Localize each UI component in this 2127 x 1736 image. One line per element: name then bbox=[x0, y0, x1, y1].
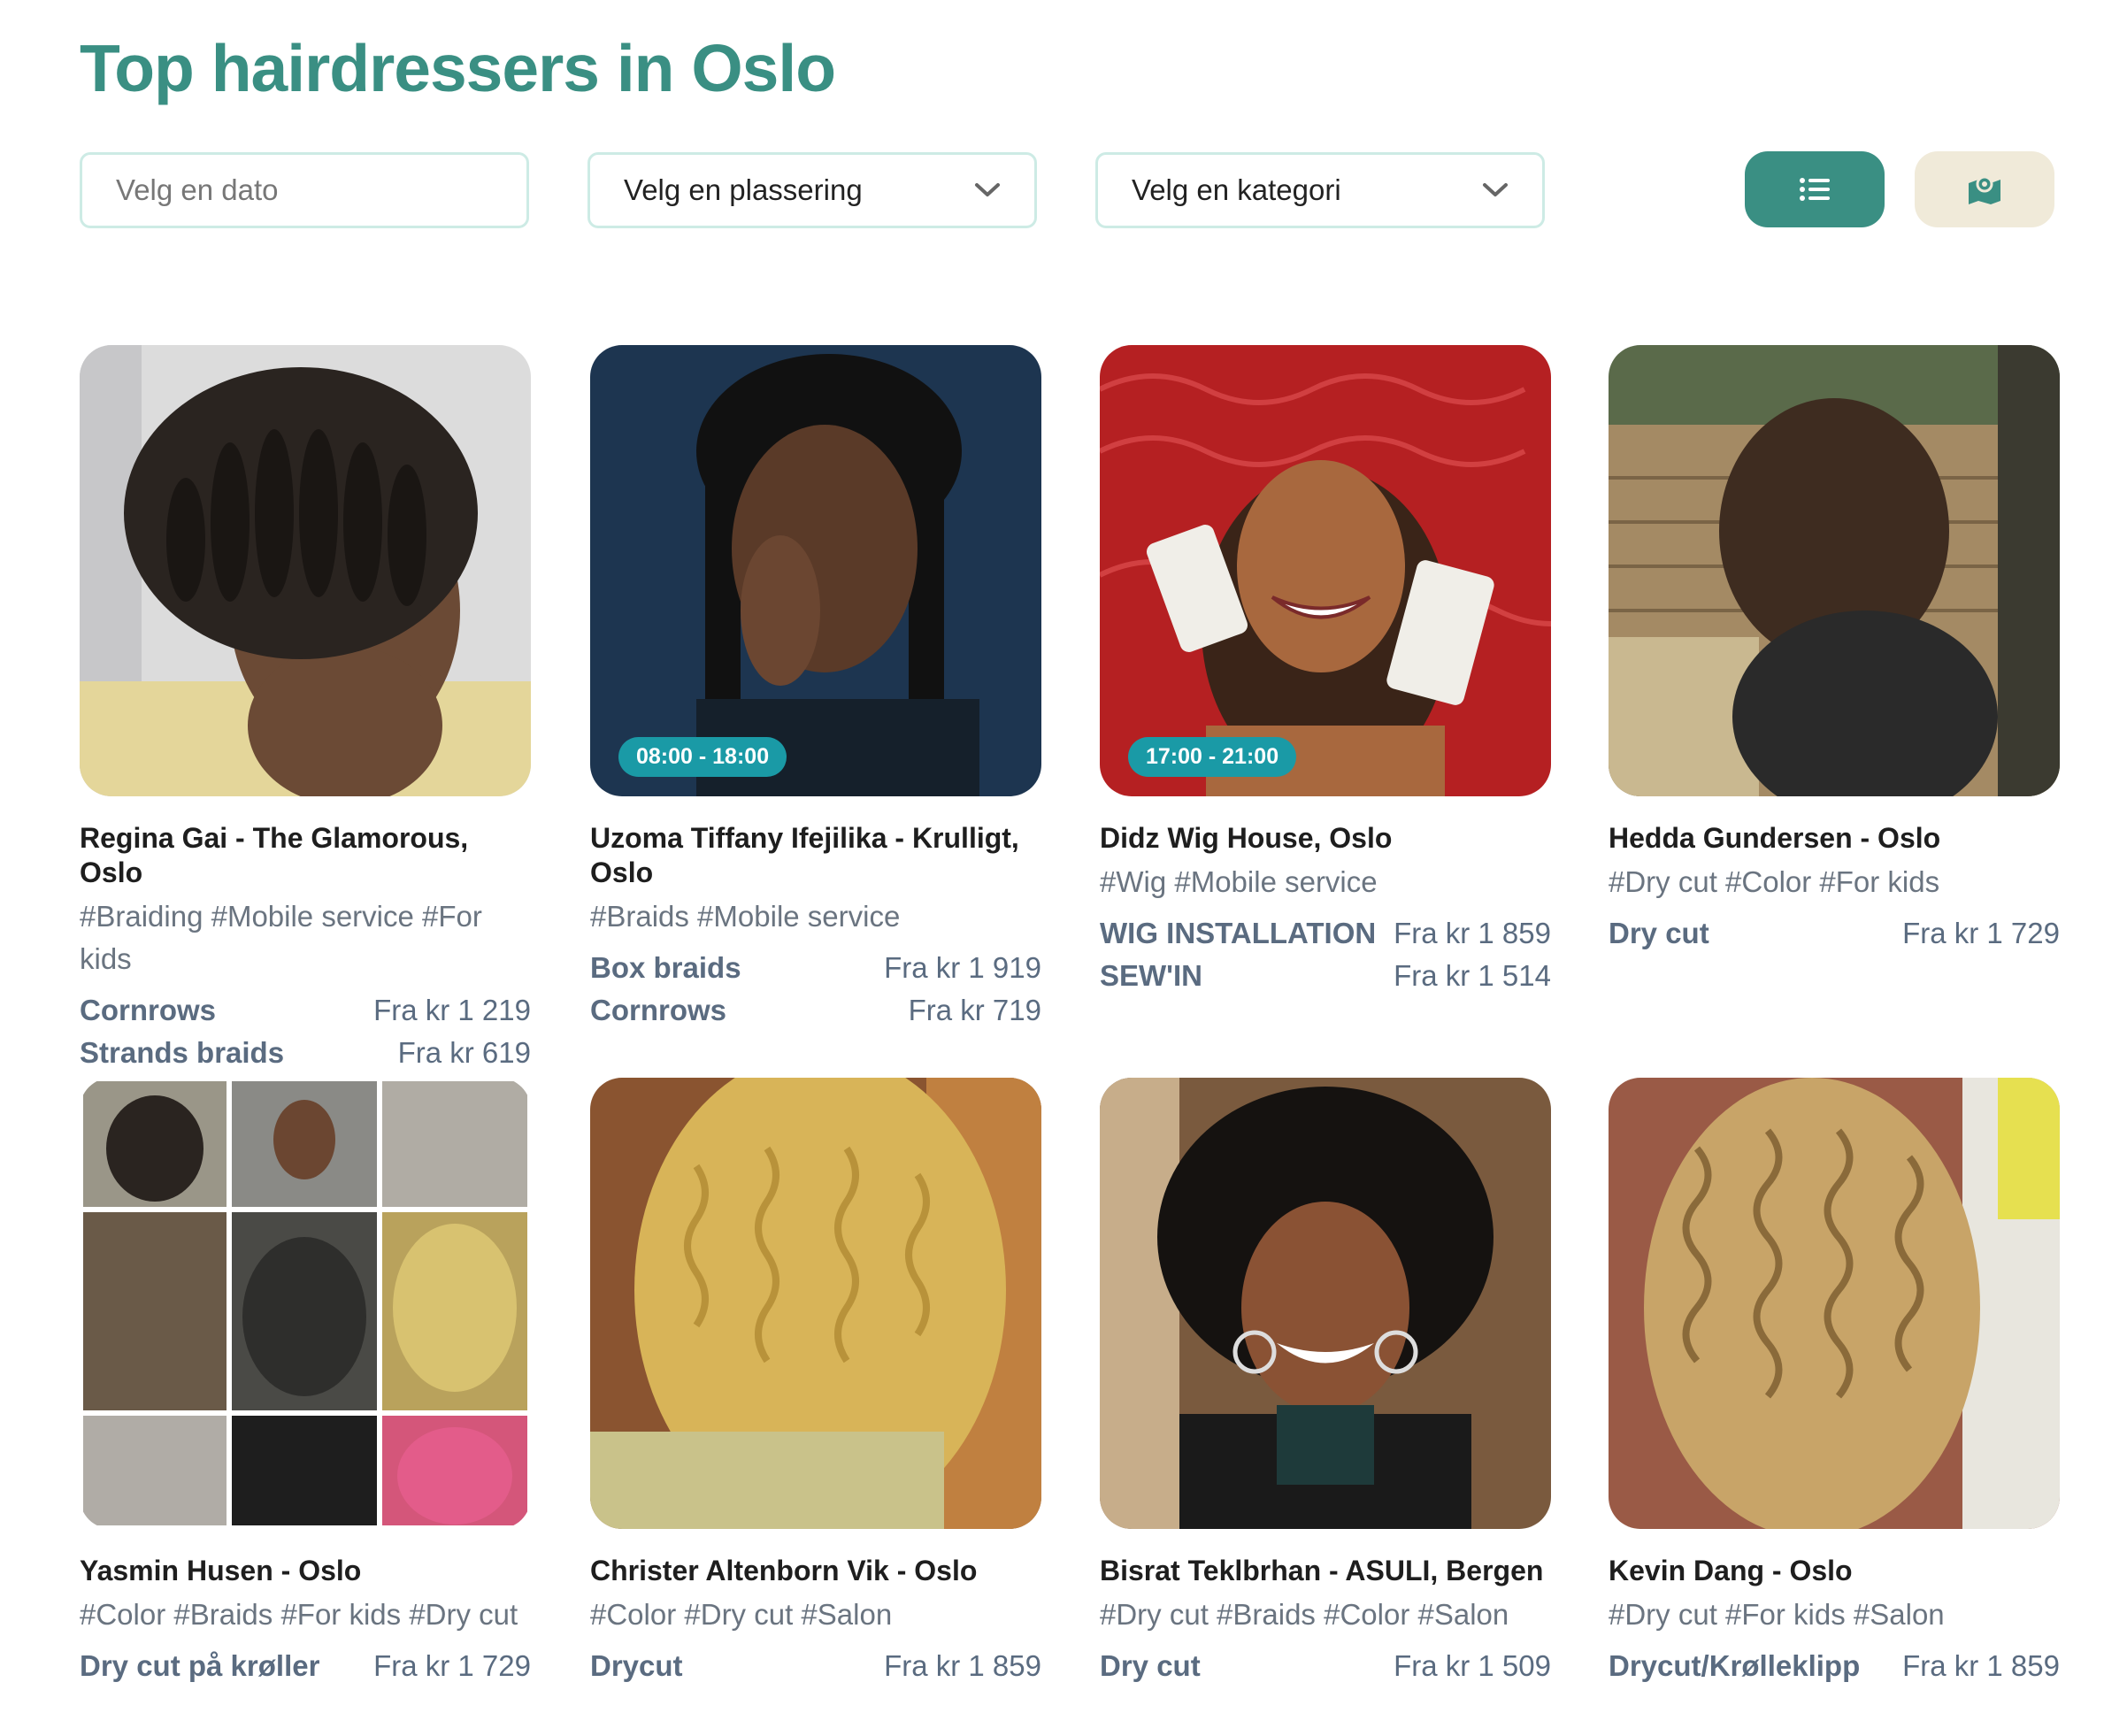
chevron-down-icon bbox=[1483, 183, 1508, 196]
service-row[interactable]: Drycut/Krølleklipp Fra kr 1 859 bbox=[1609, 1645, 2060, 1687]
service-name: Dry cut bbox=[1609, 917, 1709, 949]
service-price: Fra kr 1 859 bbox=[1902, 1649, 2060, 1682]
map-icon bbox=[1969, 175, 2000, 204]
service-price: Fra kr 619 bbox=[397, 1036, 531, 1069]
service-name: Dry cut på krøller bbox=[80, 1649, 320, 1682]
service-row[interactable]: Dry cut Fra kr 1 729 bbox=[1609, 912, 2060, 955]
service-price: Fra kr 1 729 bbox=[1902, 917, 2060, 949]
service-row[interactable]: Cornrows Fra kr 719 bbox=[590, 989, 1041, 1032]
service-row[interactable]: Drycut Fra kr 1 859 bbox=[590, 1645, 1041, 1687]
hairdresser-tags: #Dry cut #Braids #Color #Salon bbox=[1100, 1598, 1509, 1631]
service-name: SEW'IN bbox=[1100, 959, 1203, 992]
service-name: Cornrows bbox=[80, 994, 217, 1026]
service-price: Fra kr 1 859 bbox=[1394, 917, 1551, 949]
date-placeholder: Velg en dato bbox=[116, 173, 279, 206]
service-price: Fra kr 719 bbox=[908, 994, 1041, 1026]
hairdresser-tags: #Color #Braids #For kids #Dry cut bbox=[80, 1598, 518, 1631]
hairdresser-name[interactable]: Uzoma Tiffany Ifejilika - Krulligt, Oslo bbox=[590, 821, 1041, 890]
service-price: Fra kr 1 514 bbox=[1394, 959, 1551, 992]
chevron-down-icon bbox=[975, 183, 1000, 196]
service-row[interactable]: Box braids Fra kr 1 919 bbox=[590, 947, 1041, 989]
service-price: Fra kr 1 729 bbox=[373, 1649, 531, 1682]
hairdresser-name[interactable]: Yasmin Husen - Oslo bbox=[80, 1554, 531, 1588]
hairdresser-tags: #Braids #Mobile service bbox=[590, 900, 901, 933]
hairdresser-card[interactable]: 08:00 - 18:00 Uzoma Tiffany Ifejilika - … bbox=[590, 345, 1041, 1032]
hairdresser-name[interactable]: Hedda Gundersen - Oslo bbox=[1609, 821, 2060, 856]
service-name: Cornrows bbox=[590, 994, 727, 1026]
hairdresser-card[interactable]: Kevin Dang - Oslo #Dry cut #For kids #Sa… bbox=[1609, 1078, 2060, 1687]
hairdresser-photo[interactable] bbox=[1100, 1078, 1551, 1529]
hairdresser-photo[interactable]: 08:00 - 18:00 bbox=[590, 345, 1041, 796]
service-name: WIG INSTALLATION bbox=[1100, 917, 1377, 949]
service-price: Fra kr 1 509 bbox=[1394, 1649, 1551, 1682]
hairdresser-name[interactable]: Kevin Dang - Oslo bbox=[1609, 1554, 2060, 1588]
hairdresser-photo[interactable] bbox=[590, 1078, 1041, 1529]
hairdresser-card[interactable]: Yasmin Husen - Oslo #Color #Braids #For … bbox=[80, 1078, 531, 1687]
category-select[interactable]: Velg en kategori bbox=[1095, 152, 1545, 228]
hairdresser-photo[interactable] bbox=[1609, 1078, 2060, 1529]
page-title: Top hairdressers in Oslo bbox=[80, 31, 836, 105]
hairdresser-tags: #Dry cut #Color #For kids bbox=[1609, 865, 1940, 898]
list-icon bbox=[1800, 178, 1830, 201]
service-list: Cornrows Fra kr 1 219 Strands braids Fra… bbox=[80, 989, 531, 1074]
hairdresser-tags: #Color #Dry cut #Salon bbox=[590, 1598, 893, 1631]
hairdresser-tags: #Wig #Mobile service bbox=[1100, 865, 1378, 898]
service-list: Dry cut Fra kr 1 509 bbox=[1100, 1645, 1551, 1687]
location-select-label: Velg en plassering bbox=[624, 173, 863, 206]
date-picker-input[interactable]: Velg en dato bbox=[80, 152, 529, 228]
hairdresser-name[interactable]: Regina Gai - The Glamorous, Oslo bbox=[80, 821, 531, 890]
hairdresser-photo[interactable] bbox=[1609, 345, 2060, 796]
service-name: Box braids bbox=[590, 951, 741, 984]
hairdresser-card[interactable]: Christer Altenborn Vik - Oslo #Color #Dr… bbox=[590, 1078, 1041, 1687]
hairdresser-photo[interactable] bbox=[80, 1078, 531, 1529]
service-row[interactable]: Strands braids Fra kr 619 bbox=[80, 1032, 531, 1074]
hairdresser-name[interactable]: Christer Altenborn Vik - Oslo bbox=[590, 1554, 1041, 1588]
hairdresser-photo[interactable] bbox=[80, 345, 531, 796]
service-list: Box braids Fra kr 1 919 Cornrows Fra kr … bbox=[590, 947, 1041, 1032]
location-select[interactable]: Velg en plassering bbox=[587, 152, 1037, 228]
hairdresser-photo[interactable]: 17:00 - 21:00 bbox=[1100, 345, 1551, 796]
service-price: Fra kr 1 859 bbox=[884, 1649, 1041, 1682]
service-list: Drycut Fra kr 1 859 bbox=[590, 1645, 1041, 1687]
opening-hours-badge: 08:00 - 18:00 bbox=[618, 737, 787, 777]
service-list: Dry cut på krøller Fra kr 1 729 bbox=[80, 1645, 531, 1687]
service-list: Dry cut Fra kr 1 729 bbox=[1609, 912, 2060, 955]
service-list: WIG INSTALLATION Fra kr 1 859 SEW'IN Fra… bbox=[1100, 912, 1551, 997]
list-view-button[interactable] bbox=[1745, 151, 1885, 227]
hairdresser-card[interactable]: Hedda Gundersen - Oslo #Dry cut #Color #… bbox=[1609, 345, 2060, 955]
service-row[interactable]: Cornrows Fra kr 1 219 bbox=[80, 989, 531, 1032]
service-name: Drycut/Krølleklipp bbox=[1609, 1649, 1861, 1682]
service-list: Drycut/Krølleklipp Fra kr 1 859 bbox=[1609, 1645, 2060, 1687]
category-select-label: Velg en kategori bbox=[1132, 173, 1341, 206]
service-price: Fra kr 1 219 bbox=[373, 994, 531, 1026]
service-row[interactable]: WIG INSTALLATION Fra kr 1 859 bbox=[1100, 912, 1551, 955]
hairdresser-card[interactable]: Bisrat Teklbrhan - ASULI, Bergen #Dry cu… bbox=[1100, 1078, 1551, 1687]
service-price: Fra kr 1 919 bbox=[884, 951, 1041, 984]
hairdresser-name[interactable]: Bisrat Teklbrhan - ASULI, Bergen bbox=[1100, 1554, 1551, 1588]
opening-hours-badge: 17:00 - 21:00 bbox=[1128, 737, 1297, 777]
service-row[interactable]: Dry cut Fra kr 1 509 bbox=[1100, 1645, 1551, 1687]
service-row[interactable]: Dry cut på krøller Fra kr 1 729 bbox=[80, 1645, 531, 1687]
service-name: Drycut bbox=[590, 1649, 683, 1682]
hairdresser-tags: #Braiding #Mobile service #For kids bbox=[80, 900, 482, 975]
hairdresser-card[interactable]: 17:00 - 21:00 Didz Wig House, Oslo #Wig … bbox=[1100, 345, 1551, 997]
hairdresser-card[interactable]: Regina Gai - The Glamorous, Oslo #Braidi… bbox=[80, 345, 531, 1074]
map-view-button[interactable] bbox=[1915, 151, 2054, 227]
hairdresser-name[interactable]: Didz Wig House, Oslo bbox=[1100, 821, 1551, 856]
service-name: Strands braids bbox=[80, 1036, 285, 1069]
service-row[interactable]: SEW'IN Fra kr 1 514 bbox=[1100, 955, 1551, 997]
service-name: Dry cut bbox=[1100, 1649, 1201, 1682]
hairdresser-tags: #Dry cut #For kids #Salon bbox=[1609, 1598, 1945, 1631]
